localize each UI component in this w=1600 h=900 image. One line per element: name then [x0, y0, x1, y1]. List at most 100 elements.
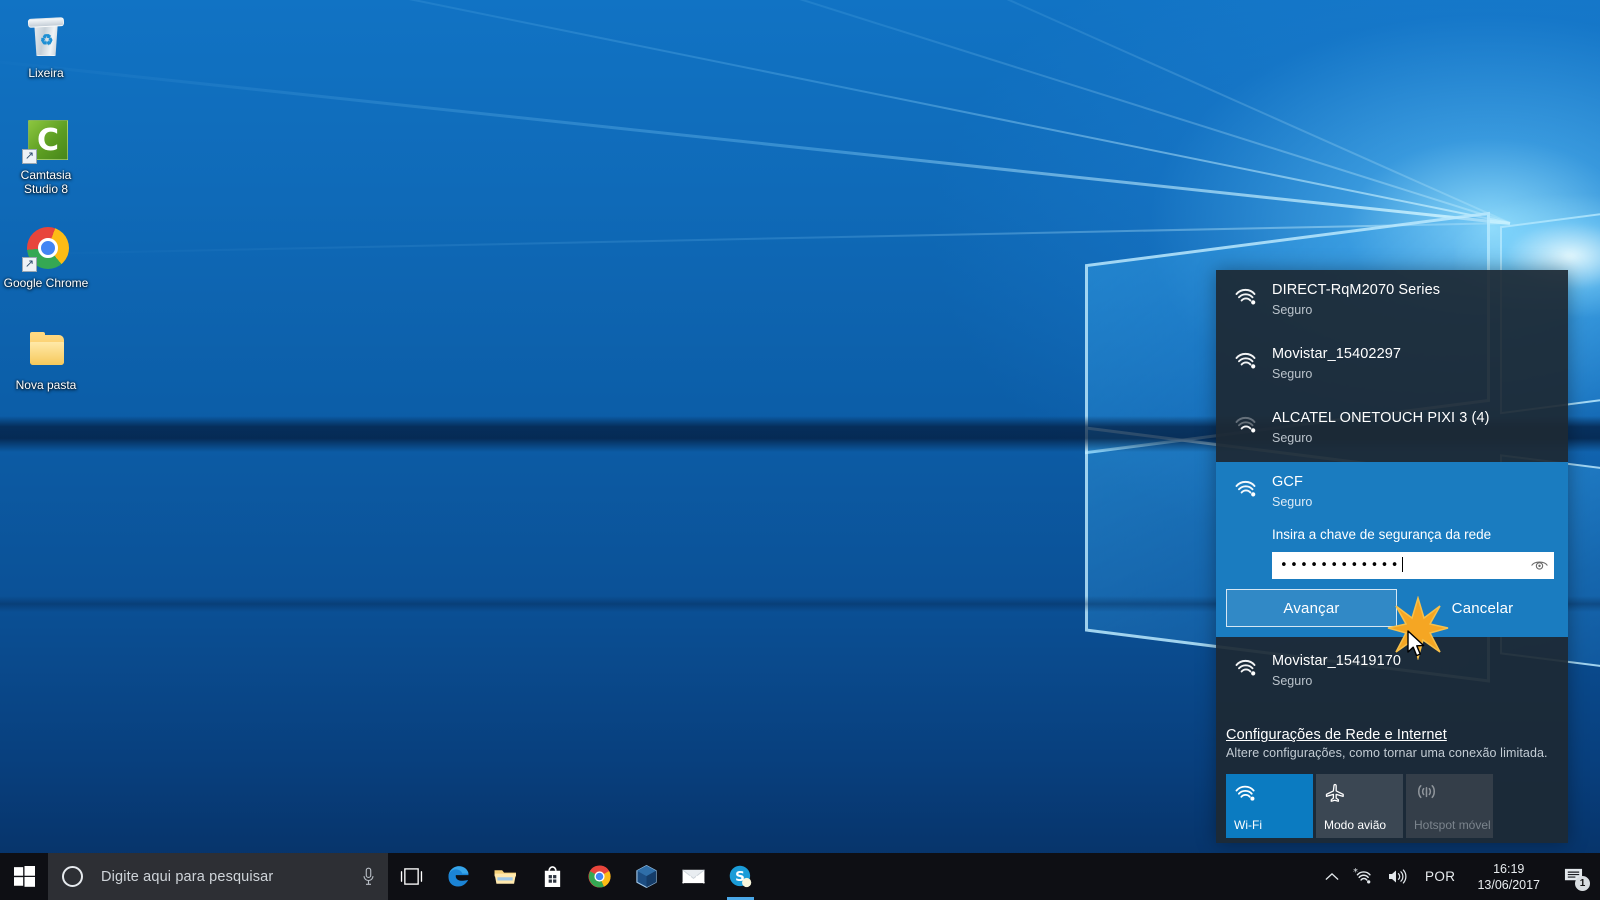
cortana-ring-icon[interactable]: [62, 866, 83, 887]
wifi-network-name: Movistar_15419170: [1272, 653, 1402, 669]
next-button[interactable]: Avançar: [1226, 589, 1397, 627]
show-hidden-icons-button[interactable]: [1317, 853, 1347, 900]
wallpaper-light-ray: [59, 0, 1511, 224]
network-settings-section: Configurações de Rede e Internet Altere …: [1216, 705, 1568, 760]
taskbar-app-microsoft-store[interactable]: [529, 853, 576, 900]
wifi-network-item-movistar-15402297[interactable]: Movistar_15402297 Seguro: [1216, 334, 1568, 398]
system-tray: * POR 16:19 13/06/2017 1: [1317, 853, 1600, 900]
desktop-icon-list: ♻ Lixeira C ↗ Camtasia Studio 8 ↗ Google…: [0, 0, 96, 414]
wifi-network-item-alcatel-onetouch-pixi-3[interactable]: ALCATEL ONETOUCH PIXI 3 (4) Seguro: [1216, 398, 1568, 462]
taskbar-app-task-view[interactable]: [388, 853, 435, 900]
wifi-signal-icon: [1234, 349, 1260, 371]
quick-action-airplane-mode[interactable]: Modo avião: [1316, 774, 1403, 838]
taskbar-app-virtualbox[interactable]: [623, 853, 670, 900]
chevron-up-icon: [1325, 872, 1339, 881]
quick-action-label: Modo avião: [1324, 818, 1387, 832]
desktop-icon-camtasia-studio-8[interactable]: C ↗ Camtasia Studio 8: [0, 110, 92, 200]
airplane-icon: [1324, 782, 1403, 808]
tray-language-indicator[interactable]: POR: [1415, 853, 1465, 900]
taskbar-app-mail[interactable]: [670, 853, 717, 900]
quick-action-label: Hotspot móvel: [1414, 818, 1491, 832]
wifi-signal-icon: [1234, 656, 1260, 678]
network-settings-link[interactable]: Configurações de Rede e Internet: [1226, 727, 1550, 743]
taskbar-app-list: S: [388, 853, 764, 900]
wifi-icon: [1234, 782, 1313, 808]
taskbar: Digite aqui para pesquisar S * POR 16:19…: [0, 853, 1600, 900]
wifi-network-name: ALCATEL ONETOUCH PIXI 3 (4): [1272, 410, 1490, 426]
quick-action-wifi[interactable]: Wi-Fi: [1226, 774, 1313, 838]
microphone-icon[interactable]: [358, 867, 378, 886]
desktop-icon-google-chrome[interactable]: ↗ Google Chrome: [0, 218, 92, 294]
file-explorer-icon: [493, 866, 518, 887]
shortcut-arrow-icon: ↗: [22, 257, 37, 272]
shortcut-arrow-icon: ↗: [22, 149, 37, 164]
wifi-network-item-direct-rqm2070[interactable]: DIRECT-RqM2070 Series Seguro: [1216, 270, 1568, 334]
network-settings-description: Altere configurações, como tornar uma co…: [1226, 746, 1548, 760]
action-center-button[interactable]: 1: [1552, 853, 1594, 900]
tray-time: 16:19: [1493, 861, 1525, 876]
mail-icon: [681, 867, 706, 886]
eye-icon[interactable]: [1524, 552, 1554, 579]
wifi-network-status: Seguro: [1272, 431, 1313, 445]
tray-date: 13/06/2017: [1477, 877, 1540, 892]
wifi-signal-icon: [1234, 413, 1260, 435]
password-prompt-label: Insira a chave de segurança da rede: [1272, 527, 1492, 542]
camtasia-icon: C ↗: [22, 116, 70, 164]
wifi-icon: *: [1352, 867, 1375, 886]
svg-text:*: *: [1354, 867, 1359, 878]
wifi-network-item-gcf[interactable]: GCF Seguro: [1216, 462, 1568, 526]
hotspot-icon: [1414, 782, 1493, 808]
search-box[interactable]: Digite aqui para pesquisar: [48, 853, 388, 900]
desktop-icon-label: Nova pasta: [15, 378, 77, 392]
quick-action-tiles: Wi-Fi Modo avião Hotspot móvel: [1216, 760, 1568, 838]
password-value: ••••••••••••: [1280, 558, 1401, 573]
speaker-icon: [1387, 868, 1408, 885]
wallpaper-light-ray: [126, 0, 1511, 224]
wifi-network-status: Seguro: [1272, 303, 1313, 317]
taskbar-app-file-explorer[interactable]: [482, 853, 529, 900]
wifi-network-name: Movistar_15402297: [1272, 346, 1402, 362]
desktop-icon-lixeira[interactable]: ♻ Lixeira: [0, 8, 92, 84]
taskbar-app-edge[interactable]: [435, 853, 482, 900]
store-icon: [541, 864, 564, 889]
virtualbox-icon: [635, 864, 658, 889]
wallpaper-light-ray: [0, 58, 1511, 225]
desktop-icon-label: Lixeira: [28, 66, 64, 80]
task-view-icon: [399, 867, 424, 886]
skype-icon: S: [728, 864, 753, 889]
wifi-signal-icon: [1234, 477, 1260, 499]
taskbar-app-skype[interactable]: S: [717, 853, 764, 900]
wifi-network-status: Seguro: [1272, 495, 1313, 509]
tray-clock[interactable]: 16:19 13/06/2017: [1465, 861, 1552, 893]
tray-volume-button[interactable]: [1381, 853, 1415, 900]
desktop-icon-nova-pasta[interactable]: Nova pasta: [0, 320, 92, 396]
search-input[interactable]: Digite aqui para pesquisar: [101, 869, 358, 885]
windows-logo-icon: [13, 866, 35, 887]
wifi-network-status: Seguro: [1272, 367, 1313, 381]
quick-action-label: Wi-Fi: [1234, 818, 1262, 832]
password-input[interactable]: ••••••••••••: [1272, 552, 1524, 579]
desktop-icon-label: Google Chrome: [3, 276, 89, 290]
desktop-icon-label: Camtasia Studio 8: [20, 168, 72, 196]
taskbar-app-chrome[interactable]: [576, 853, 623, 900]
recycle-bin-icon: ♻: [22, 14, 70, 62]
wifi-network-name: DIRECT-RqM2070 Series: [1272, 282, 1441, 298]
chrome-icon: [587, 864, 612, 889]
wifi-network-item-gcf-expanded: GCF Seguro Insira a chave de segurança d…: [1216, 462, 1568, 637]
wallpaper-light-ray: [321, 0, 1511, 224]
text-caret: [1401, 557, 1403, 572]
folder-icon: [22, 326, 70, 374]
start-button[interactable]: [0, 853, 48, 900]
wifi-signal-icon: [1234, 285, 1260, 307]
wifi-network-flyout: DIRECT-RqM2070 Series Seguro Movistar_15…: [1216, 270, 1568, 843]
wifi-network-name: GCF: [1272, 474, 1303, 490]
wifi-network-item-movistar-15419170[interactable]: Movistar_15419170 Seguro: [1216, 641, 1568, 705]
password-action-buttons: Avançar Cancelar: [1226, 589, 1568, 627]
edge-icon: [446, 864, 471, 889]
cancel-button[interactable]: Cancelar: [1397, 589, 1568, 627]
chrome-icon: ↗: [22, 224, 70, 272]
password-input-wrapper[interactable]: ••••••••••••: [1272, 552, 1554, 579]
wifi-network-status: Seguro: [1272, 674, 1313, 688]
quick-action-mobile-hotspot[interactable]: Hotspot móvel: [1406, 774, 1493, 838]
tray-wifi-button[interactable]: *: [1347, 853, 1381, 900]
